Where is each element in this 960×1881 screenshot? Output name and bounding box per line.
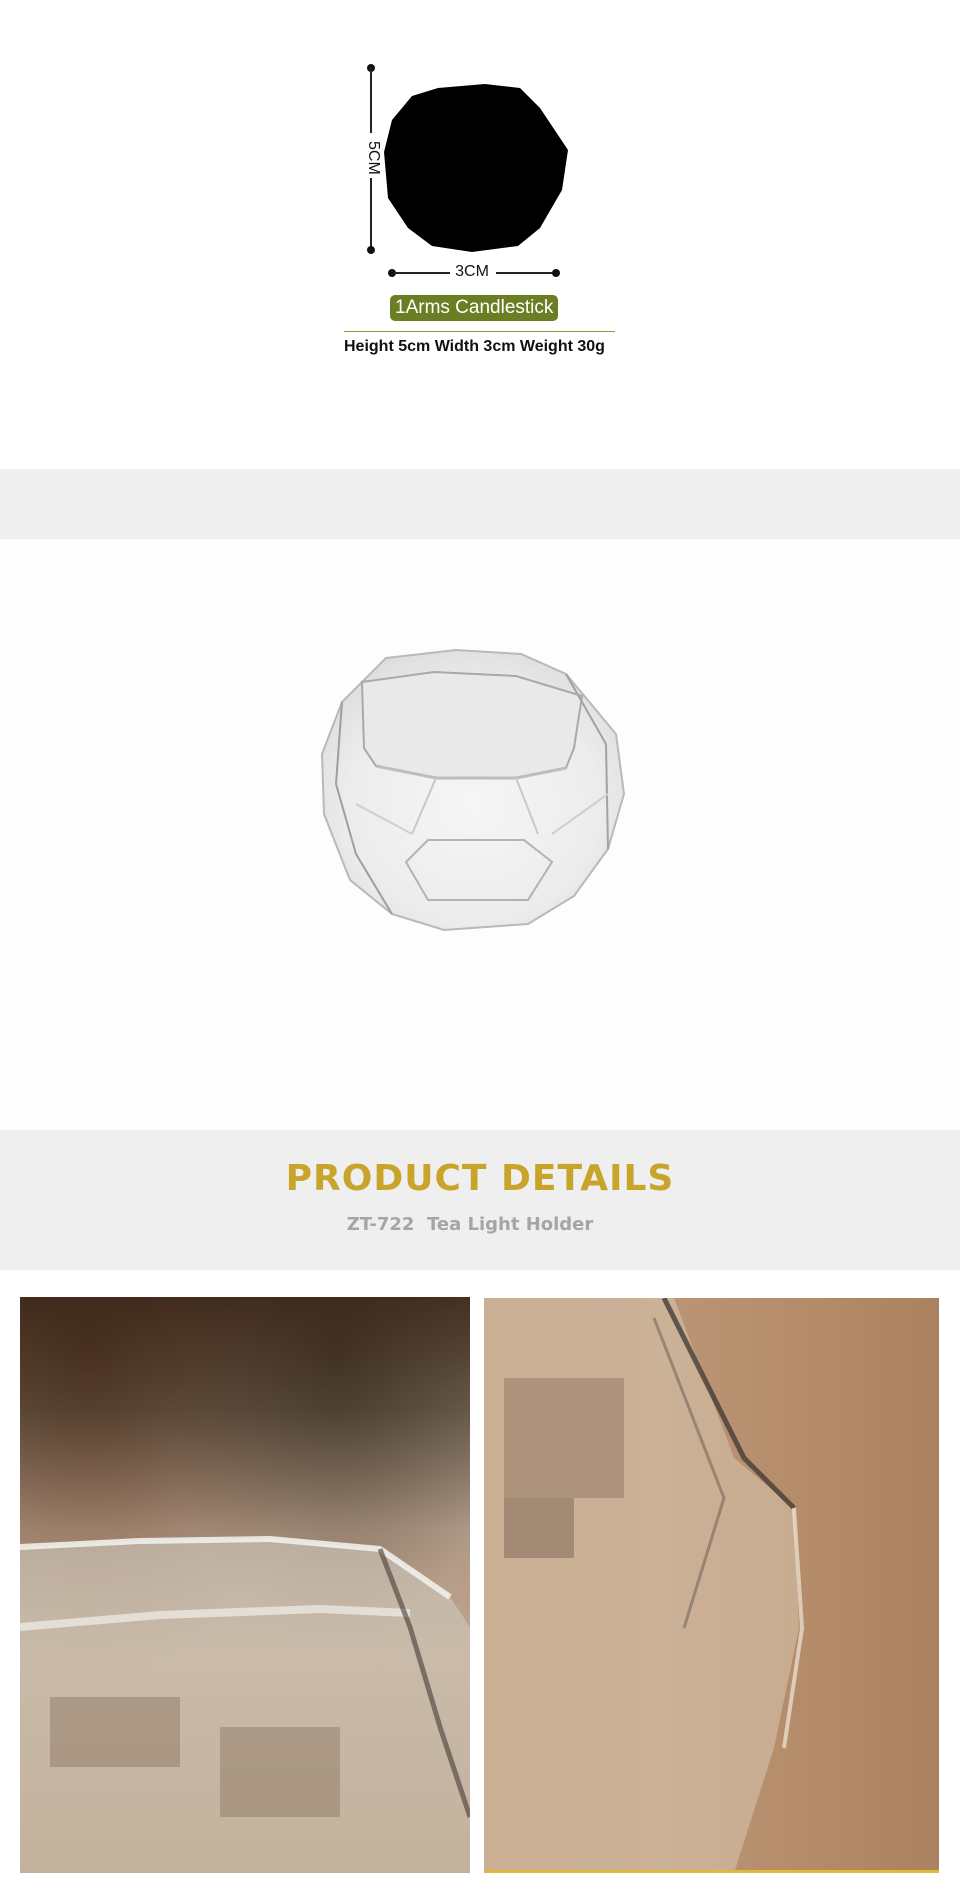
detail-photo-facets bbox=[484, 1298, 939, 1873]
product-photo-area bbox=[0, 539, 960, 1130]
glass-tea-light-holder-image bbox=[320, 648, 626, 932]
width-line-left bbox=[394, 272, 450, 274]
dimension-diagram: 5CM 3CM 1Arms Candlestick Height 5cm Wid… bbox=[0, 0, 960, 468]
height-label: 5CM bbox=[365, 141, 382, 175]
section-divider-band bbox=[0, 469, 960, 539]
width-line-right bbox=[496, 272, 554, 274]
spec-divider bbox=[344, 331, 615, 332]
width-right-dot bbox=[552, 269, 560, 277]
details-title: PRODUCT DETAILS bbox=[285, 1158, 675, 1199]
details-subtitle: ZT-722 Tea Light Holder bbox=[346, 1214, 594, 1235]
product-details-header: PRODUCT DETAILS ZT-722 Tea Light Holder bbox=[0, 1130, 960, 1270]
height-line-bottom bbox=[370, 178, 372, 248]
height-line-top bbox=[370, 68, 372, 133]
detail-photo-rim bbox=[20, 1297, 470, 1873]
candle-holder-silhouette bbox=[384, 84, 568, 252]
width-label: 3CM bbox=[455, 263, 489, 280]
height-bottom-dot bbox=[367, 246, 375, 254]
spec-text: Height 5cm Width 3cm Weight 30g bbox=[344, 338, 605, 355]
product-type-badge: 1Arms Candlestick bbox=[390, 295, 559, 321]
